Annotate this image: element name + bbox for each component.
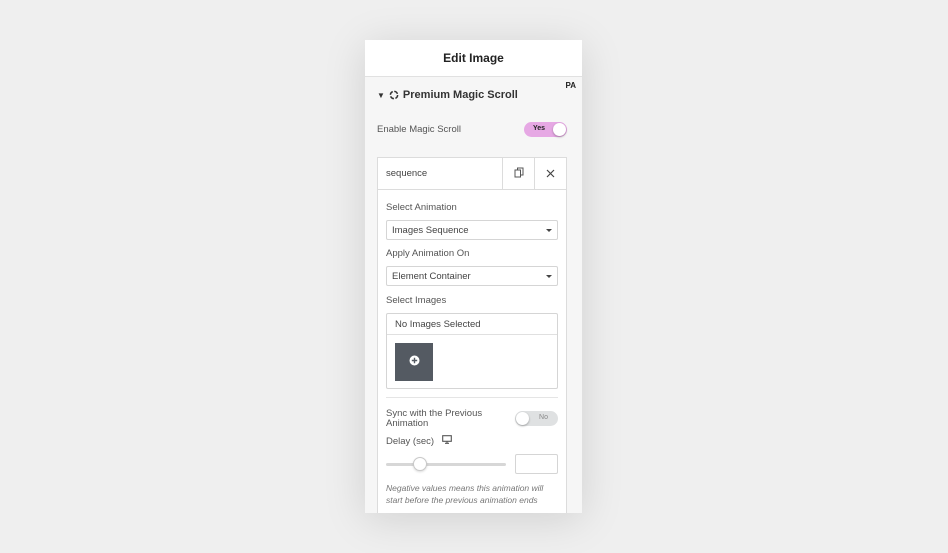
- caret-down-icon: ▼: [377, 90, 385, 100]
- close-icon: [546, 165, 555, 183]
- add-images-button[interactable]: [395, 343, 433, 381]
- duplicate-button[interactable]: [502, 158, 534, 189]
- toggle-text: No: [539, 414, 548, 421]
- delay-slider-track[interactable]: [386, 463, 506, 466]
- sync-previous-label: Sync with the Previous Animation: [386, 408, 483, 429]
- edit-panel: Edit Image PA ▼ Premium Magic Scroll Ena…: [365, 40, 582, 513]
- remove-button[interactable]: [534, 158, 566, 189]
- delay-help-text: Negative values means this animation wil…: [386, 483, 544, 505]
- apply-animation-on-label: Apply Animation On: [386, 248, 470, 259]
- image-gallery-control: No Images Selected: [386, 313, 558, 389]
- select-images-label: Select Images: [386, 295, 447, 306]
- select-animation-label: Select Animation: [386, 202, 457, 213]
- toggle-text: Yes: [533, 125, 546, 132]
- plus-circle-icon: [409, 353, 420, 371]
- divider: [386, 397, 558, 398]
- delay-label: Delay (sec): [386, 435, 435, 447]
- copy-icon: [514, 165, 524, 183]
- enable-magic-scroll-label: Enable Magic Scroll: [377, 124, 461, 135]
- gallery-status: No Images Selected: [387, 314, 557, 335]
- delay-row: Delay (sec): [386, 435, 452, 447]
- select-animation-value: Images Sequence: [392, 224, 469, 236]
- section-toggle-premium-magic-scroll[interactable]: ▼ Premium Magic Scroll: [377, 89, 518, 101]
- sync-previous-toggle[interactable]: No: [515, 411, 558, 426]
- repeater-item-title[interactable]: sequence: [378, 158, 502, 189]
- chevron-down-icon: [546, 275, 552, 278]
- chevron-down-icon: [546, 229, 552, 232]
- section-title: Premium Magic Scroll: [402, 89, 518, 101]
- toggle-knob: [516, 412, 529, 425]
- enable-magic-scroll-toggle[interactable]: Yes: [524, 122, 567, 137]
- panel-title: Edit Image: [443, 51, 504, 65]
- apply-animation-on-dropdown[interactable]: Element Container: [386, 266, 558, 286]
- desktop-icon[interactable]: [442, 435, 452, 447]
- panel-header: Edit Image: [365, 40, 582, 77]
- apply-animation-on-value: Element Container: [392, 270, 471, 282]
- select-animation-dropdown[interactable]: Images Sequence: [386, 220, 558, 240]
- premium-addons-icon: [389, 90, 399, 100]
- repeater-item-header[interactable]: sequence: [378, 158, 566, 190]
- delay-input[interactable]: [515, 454, 558, 474]
- pa-badge: PA: [565, 81, 576, 90]
- repeater-item: sequence Select Animation Images Sequenc…: [377, 157, 567, 513]
- toggle-knob: [553, 123, 566, 136]
- delay-slider-handle[interactable]: [413, 457, 427, 471]
